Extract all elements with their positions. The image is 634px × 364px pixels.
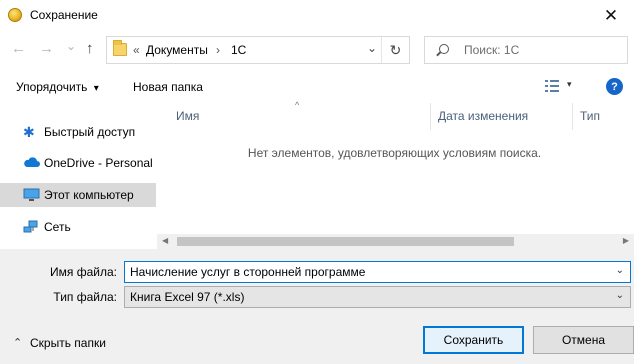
organize-caret-icon: ▾ — [93, 83, 99, 94]
address-history-chevron-icon[interactable]: ⌄ — [367, 41, 377, 55]
back-arrow-icon[interactable]: ← — [11, 41, 26, 57]
breadcrumb-documents[interactable]: Документы — [146, 43, 208, 57]
view-options-icon[interactable] — [545, 80, 559, 92]
navigation-pane: ✱ Быстрый доступ OneDrive - Personal Это… — [0, 103, 156, 249]
up-arrow-icon[interactable]: ↑ — [86, 41, 94, 57]
window-title: Сохранение — [30, 8, 98, 22]
scroll-left-icon[interactable]: ◀ — [162, 236, 168, 245]
filetype-value: Книга Excel 97 (*.xls) — [130, 290, 245, 304]
search-icon — [439, 44, 449, 54]
hide-folders-button[interactable]: Скрыть папки — [30, 336, 106, 350]
new-folder-button[interactable]: Новая папка — [133, 80, 203, 94]
column-header-date-modified[interactable]: Дата изменения — [438, 109, 528, 123]
star-icon: ✱ — [23, 124, 35, 140]
filename-field[interactable]: Начисление услуг в сторонней программе ⌄ — [124, 261, 631, 283]
folder-icon — [113, 40, 127, 56]
refresh-icon[interactable]: ↻ — [381, 37, 409, 63]
sidebar-item-network[interactable]: Сеть — [0, 215, 156, 239]
network-icon — [23, 220, 39, 234]
breadcrumb-1c[interactable]: 1С — [231, 43, 246, 57]
filetype-select[interactable]: Книга Excel 97 (*.xls) ⌄ — [124, 286, 631, 308]
file-list[interactable]: ^ Имя Дата изменения Тип Нет элементов, … — [157, 100, 634, 249]
address-overflow[interactable]: « — [133, 43, 140, 57]
address-bar[interactable]: « Документы › 1С ⌄ ↻ — [106, 36, 410, 64]
help-icon[interactable]: ? — [606, 78, 623, 95]
title-bar: Сохранение ✕ — [0, 0, 634, 31]
sidebar-item-onedrive[interactable]: OneDrive - Personal — [0, 151, 156, 175]
sidebar-item-label: Сеть — [44, 220, 71, 234]
filetype-chevron-icon[interactable]: ⌄ — [616, 290, 624, 301]
sort-ascending-icon: ^ — [295, 100, 300, 110]
horizontal-scrollbar[interactable]: ◀ ▶ — [157, 234, 634, 249]
sidebar-item-label: Быстрый доступ — [44, 125, 136, 139]
search-box[interactable]: Поиск: 1С — [424, 36, 628, 64]
filename-history-chevron-icon[interactable]: ⌄ — [616, 265, 624, 276]
column-header-type[interactable]: Тип — [580, 109, 600, 123]
column-header-name[interactable]: Имя — [176, 109, 199, 123]
sidebar-item-this-pc[interactable]: Этот компьютер — [0, 183, 156, 207]
sidebar-item-quick-access[interactable]: ✱ Быстрый доступ — [0, 120, 156, 144]
cancel-button[interactable]: Отмена — [533, 326, 634, 354]
save-button[interactable]: Сохранить — [423, 326, 524, 354]
organize-button[interactable]: Упорядочить ▾ — [16, 80, 99, 94]
filetype-label: Тип файла: — [53, 290, 117, 304]
organize-label: Упорядочить — [16, 80, 88, 94]
filename-input[interactable]: Начисление услуг в сторонней программе — [130, 265, 365, 279]
search-input[interactable]: Поиск: 1С — [464, 43, 519, 57]
scroll-right-icon[interactable]: ▶ — [623, 236, 629, 245]
hide-folders-chevron-icon[interactable]: ⌃ — [13, 336, 22, 349]
view-options-caret-icon[interactable]: ▾ — [567, 79, 572, 90]
forward-arrow-icon[interactable]: → — [39, 41, 54, 57]
sidebar-item-label: Этот компьютер — [44, 188, 134, 202]
scrollbar-thumb[interactable] — [177, 237, 514, 246]
breadcrumb-separator-icon[interactable]: › — [216, 43, 220, 57]
cloud-icon — [23, 156, 40, 170]
app-icon — [8, 8, 22, 22]
recent-locations-icon[interactable]: ⌄ — [66, 38, 76, 54]
close-button[interactable]: ✕ — [588, 0, 634, 31]
empty-results-message: Нет элементов, удовлетворяющих условиям … — [247, 146, 542, 160]
filename-label: Имя файла: — [50, 265, 117, 279]
sidebar-item-label: OneDrive - Personal — [44, 156, 153, 170]
computer-icon — [23, 188, 40, 202]
column-divider[interactable] — [572, 103, 573, 130]
command-toolbar: Упорядочить ▾ Новая папка — [0, 72, 634, 102]
column-divider[interactable] — [430, 103, 431, 130]
